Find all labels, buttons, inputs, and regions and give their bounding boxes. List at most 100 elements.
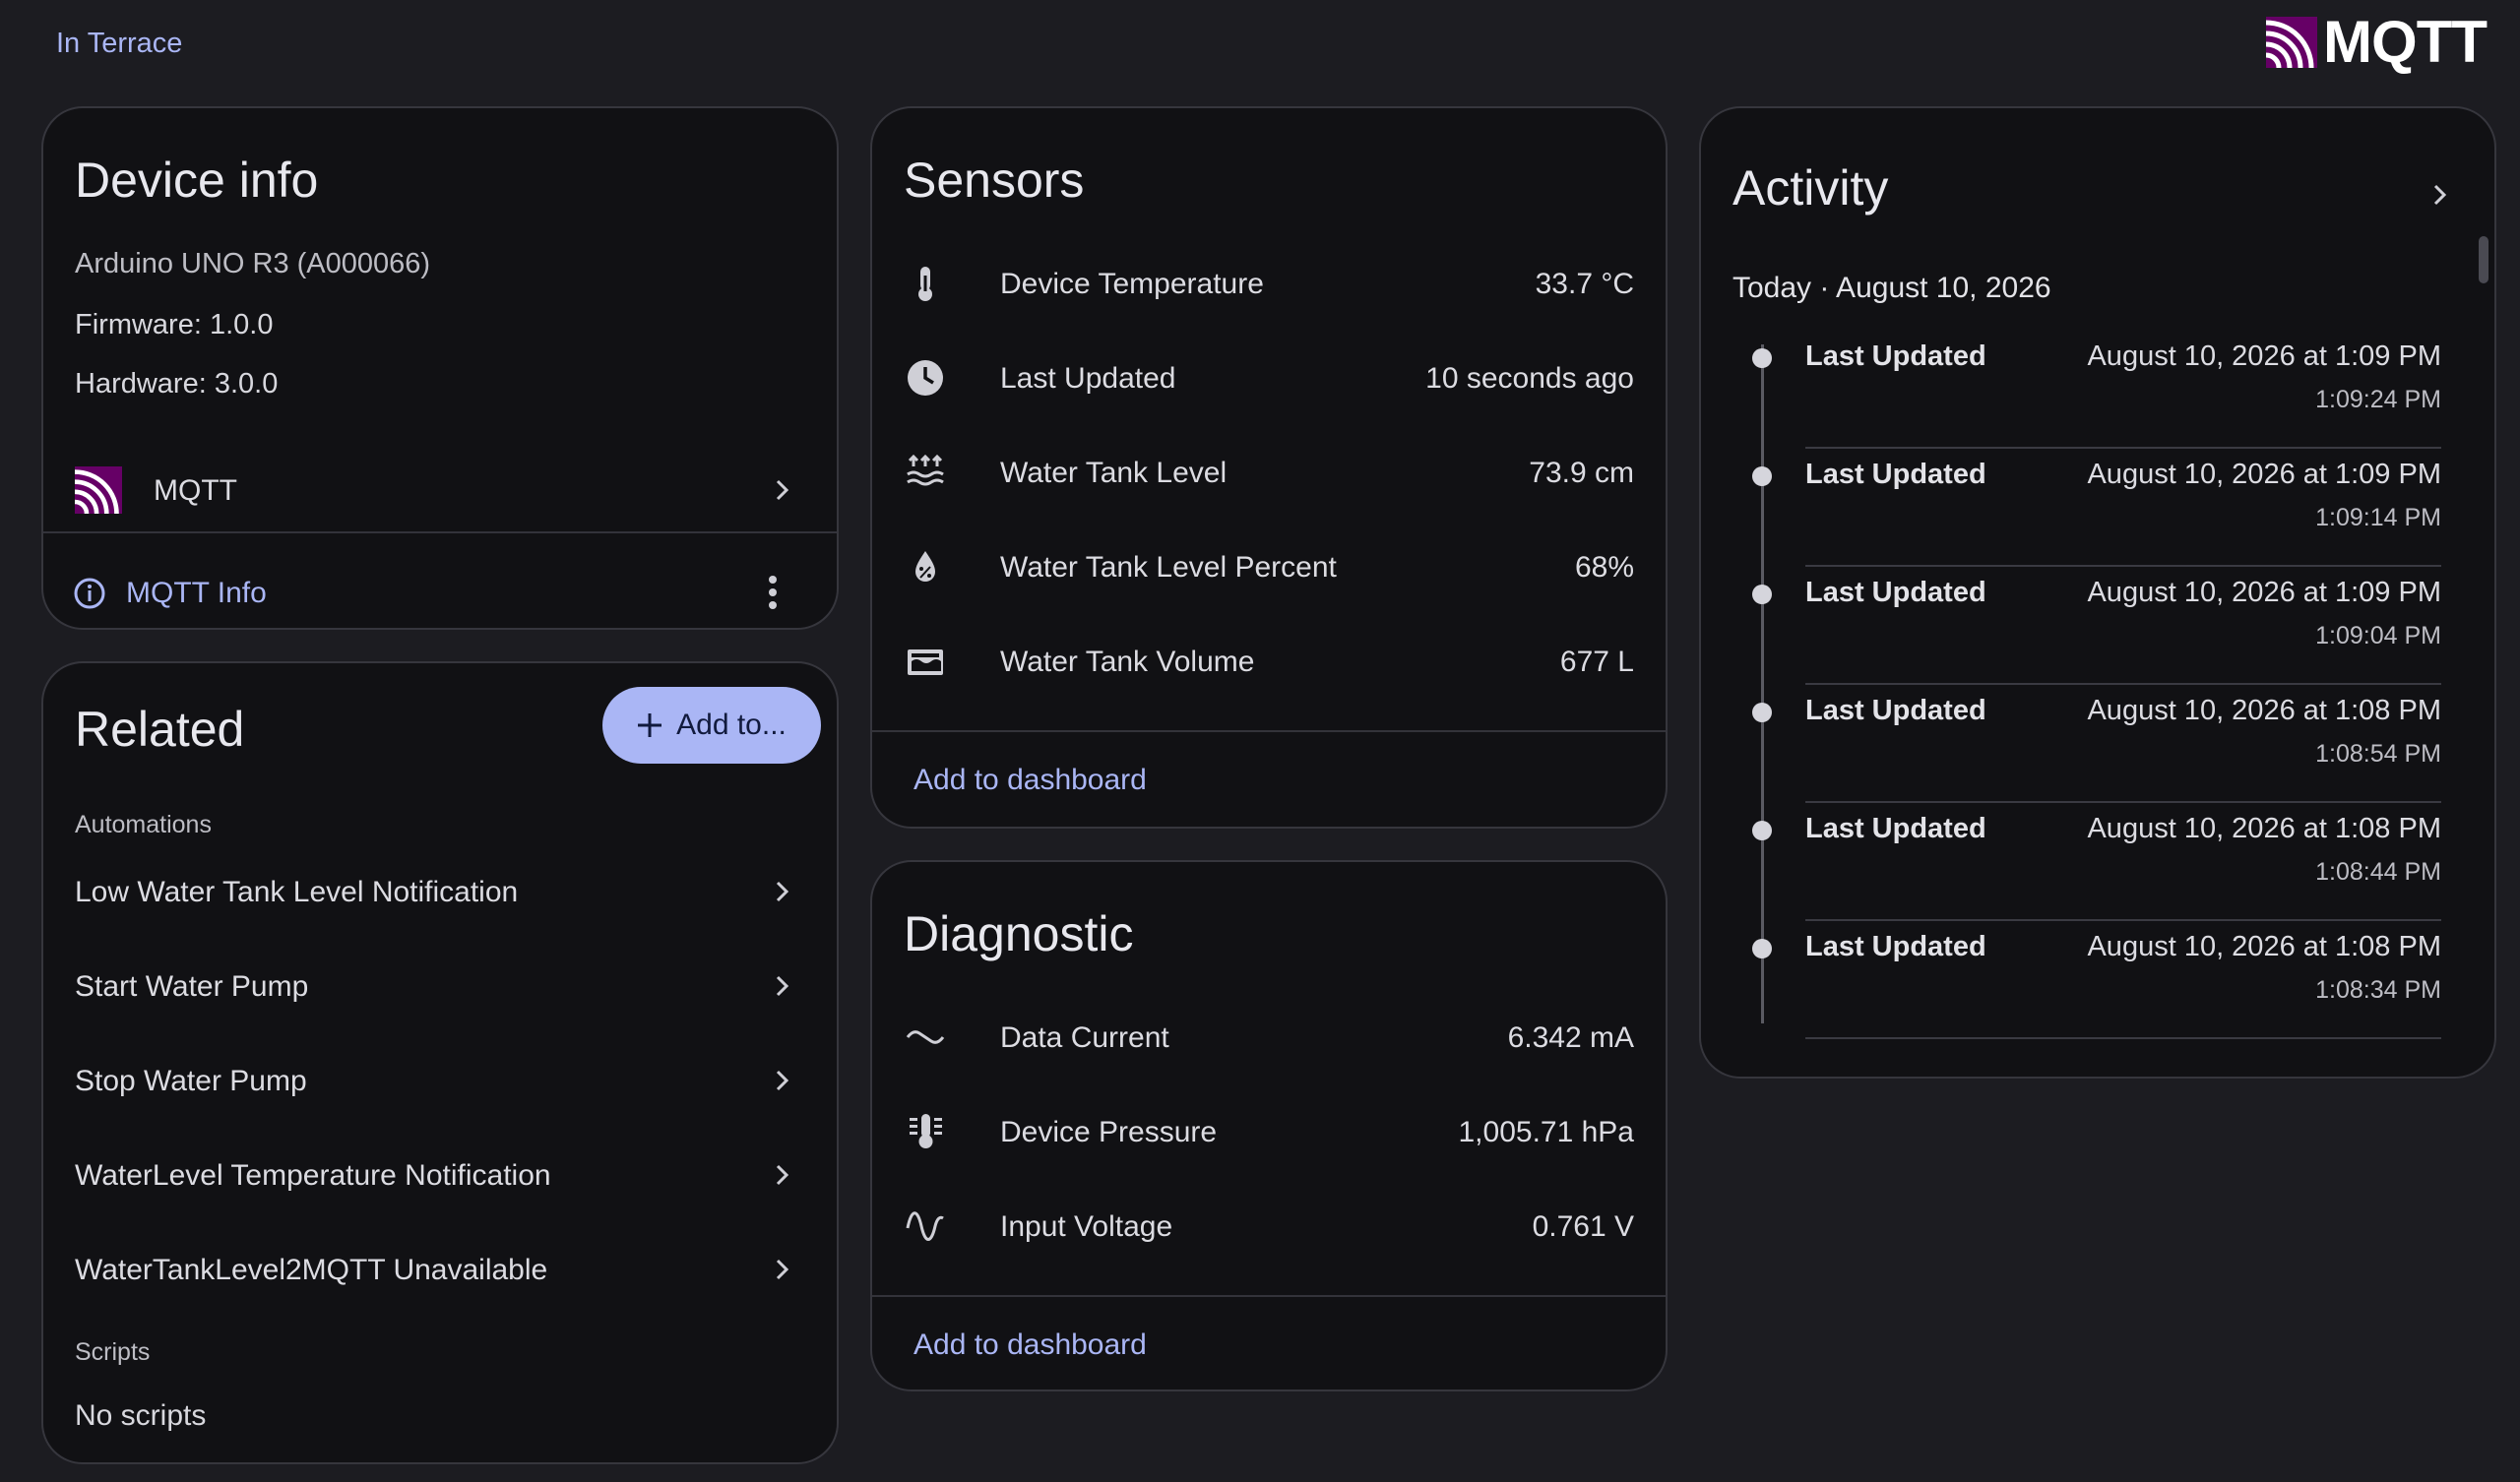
sensors-card: Sensors Device Temperature 33.7 °C Last … — [870, 106, 1668, 829]
plus-icon — [638, 713, 662, 737]
activity-entry-title: Last Updated — [1805, 695, 1986, 726]
entity-value: 677 L — [1559, 646, 1634, 678]
automation-name: WaterTankLevel2MQTT Unavailable — [75, 1254, 548, 1286]
chevron-right-icon — [776, 881, 789, 902]
activity-date-header: Today · August 10, 2026 — [1732, 272, 2051, 304]
timeline-dot — [1752, 585, 1772, 604]
current-ac-icon — [906, 1030, 945, 1044]
activity-entry[interactable]: Last Updated August 10, 2026 at 1:08 PM … — [1701, 803, 2494, 921]
activity-entry-title: Last Updated — [1805, 577, 1986, 608]
related-title: Related — [75, 702, 245, 757]
entity-name: Device Temperature — [1000, 268, 1264, 300]
timeline-dot — [1752, 703, 1772, 722]
activity-entry-time: 1:09:24 PM — [2315, 386, 2441, 413]
activity-entry[interactable]: Last Updated August 10, 2026 at 1:09 PM … — [1701, 567, 2494, 685]
entity-name: Water Tank Volume — [1000, 646, 1255, 678]
tank-icon — [908, 649, 943, 675]
activity-entry-time: 1:09:14 PM — [2315, 504, 2441, 531]
water-level-icon — [907, 454, 944, 486]
related-automation-item[interactable]: Stop Water Pump — [43, 1033, 837, 1128]
divider — [872, 730, 1666, 732]
info-icon — [74, 578, 105, 609]
more-vert-icon[interactable] — [768, 575, 778, 610]
automation-name: Start Water Pump — [75, 970, 309, 1003]
automations-label: Automations — [75, 811, 212, 838]
device-info-title: Device info — [75, 153, 319, 208]
activity-entry-time: 1:08:44 PM — [2315, 858, 2441, 886]
activity-entry-date: August 10, 2026 at 1:09 PM — [2087, 577, 2441, 608]
activity-entry[interactable]: Last Updated August 10, 2026 at 1:08 PM … — [1701, 685, 2494, 803]
integration-name: MQTT — [154, 474, 237, 507]
related-automation-item[interactable]: WaterLevel Temperature Notification — [43, 1128, 837, 1222]
entity-row[interactable]: Data Current 6.342 mA — [872, 990, 1666, 1084]
add-to-label: Add to... — [676, 709, 787, 741]
chevron-right-icon[interactable] — [2427, 183, 2451, 207]
activity-entry[interactable]: Last Updated August 10, 2026 at 1:09 PM … — [1701, 449, 2494, 567]
scrollbar-thumb[interactable] — [2479, 236, 2488, 283]
activity-entry-date: August 10, 2026 at 1:09 PM — [2087, 459, 2441, 490]
chevron-right-icon — [776, 1070, 789, 1091]
activity-entry-date: August 10, 2026 at 1:08 PM — [2087, 695, 2441, 726]
activity-entry-title: Last Updated — [1805, 931, 1986, 962]
device-hardware: Hardware: 3.0.0 — [75, 368, 279, 400]
activity-entry-date: August 10, 2026 at 1:09 PM — [2087, 340, 2441, 372]
timeline-dot — [1752, 939, 1772, 958]
entity-value: 73.9 cm — [1529, 457, 1634, 489]
entity-row[interactable]: Input Voltage 0.761 V — [872, 1179, 1666, 1273]
add-to-dashboard-link[interactable]: Add to dashboard — [914, 1328, 1147, 1362]
automation-name: WaterLevel Temperature Notification — [75, 1159, 551, 1192]
entity-row[interactable]: Device Pressure 1,005.71 hPa — [872, 1084, 1666, 1179]
related-automation-item[interactable]: Start Water Pump — [43, 939, 837, 1033]
entity-value: 6.342 mA — [1507, 1021, 1634, 1054]
activity-entry-title: Last Updated — [1805, 340, 1986, 372]
divider — [1805, 1037, 2441, 1039]
activity-title: Activity — [1732, 160, 1889, 216]
activity-entry[interactable]: Last Updated August 10, 2026 at 1:09 PM … — [1701, 331, 2494, 449]
entity-row[interactable]: Device Temperature 33.7 °C — [872, 236, 1666, 331]
entity-value: 1,005.71 hPa — [1458, 1116, 1635, 1148]
related-card: Related Add to... Automations Low Water … — [41, 661, 839, 1464]
activity-entry-time: 1:08:54 PM — [2315, 740, 2441, 768]
chevron-right-icon — [776, 1259, 789, 1280]
pressure-icon — [910, 1114, 942, 1148]
related-automation-item[interactable]: Low Water Tank Level Notification — [43, 844, 837, 939]
entity-name: Data Current — [1000, 1021, 1169, 1054]
entity-row[interactable]: Water Tank Volume 677 L — [872, 614, 1666, 709]
entity-row[interactable]: Water Tank Level Percent 68% — [872, 520, 1666, 614]
automation-name: Low Water Tank Level Notification — [75, 876, 519, 908]
activity-entry-time: 1:08:34 PM — [2315, 976, 2441, 1004]
add-to-dashboard-link[interactable]: Add to dashboard — [914, 764, 1147, 797]
entity-name: Device Pressure — [1000, 1116, 1218, 1148]
timeline-dot — [1752, 821, 1772, 840]
integration-row-mqtt[interactable]: MQTT — [43, 441, 837, 535]
mqtt-info-link[interactable]: MQTT Info — [126, 577, 267, 610]
activity-entry-title: Last Updated — [1805, 459, 1986, 490]
activity-entry-date: August 10, 2026 at 1:08 PM — [2087, 931, 2441, 962]
chevron-right-icon — [776, 1164, 789, 1186]
related-automation-item[interactable]: WaterTankLevel2MQTT Unavailable — [43, 1222, 837, 1317]
add-to-button[interactable]: Add to... — [602, 687, 821, 764]
no-scripts-text: No scripts — [75, 1399, 207, 1432]
automation-name: Stop Water Pump — [75, 1065, 307, 1097]
scripts-label: Scripts — [75, 1338, 151, 1366]
sensors-title: Sensors — [904, 153, 1085, 208]
entity-value: 0.761 V — [1532, 1210, 1634, 1243]
activity-card: Activity Today · August 10, 2026 Last Up… — [1699, 106, 2496, 1079]
device-model: Arduino UNO R3 (A000066) — [75, 248, 431, 279]
entity-name: Last Updated — [1000, 362, 1176, 395]
activity-entry[interactable]: Last Updated August 10, 2026 at 1:08 PM … — [1701, 921, 2494, 1039]
divider — [872, 1295, 1666, 1297]
area-link[interactable]: In Terrace — [56, 28, 182, 60]
entity-name: Water Tank Level Percent — [1000, 551, 1337, 584]
diagnostic-card: Diagnostic Data Current 6.342 mA Device … — [870, 860, 1668, 1391]
entity-row[interactable]: Water Tank Level 73.9 cm — [872, 425, 1666, 520]
clock-icon — [908, 360, 943, 396]
diagnostic-title: Diagnostic — [904, 906, 1134, 961]
mqtt-logo-icon — [2266, 17, 2318, 68]
mqtt-info-row: MQTT Info — [43, 551, 837, 628]
brand-text: MQTT — [2323, 9, 2488, 75]
mqtt-integration-icon — [75, 466, 122, 514]
entity-value: 10 seconds ago — [1425, 362, 1634, 395]
entity-row[interactable]: Last Updated 10 seconds ago — [872, 331, 1666, 425]
activity-entry-time: 1:09:04 PM — [2315, 622, 2441, 649]
